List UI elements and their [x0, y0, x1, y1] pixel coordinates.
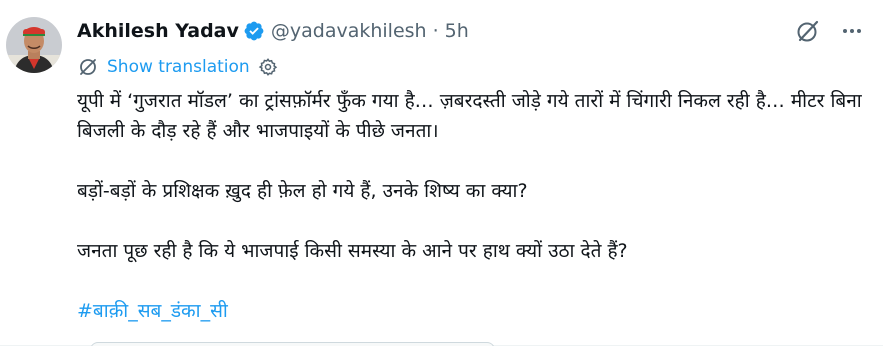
- tweet-text: यूपी में ‘गुजरात मॉडल’ का ट्रांसफ़ॉर्मर …: [77, 86, 867, 326]
- author-handle[interactable]: @yadavakhilesh: [271, 20, 427, 42]
- show-translation-link[interactable]: Show translation: [107, 57, 250, 77]
- translate-icon: [77, 56, 99, 78]
- avatar[interactable]: [6, 17, 62, 73]
- tweet-paragraph-3: जनता पूछ रही है कि ये भाजपाई किसी समस्या…: [77, 240, 628, 262]
- hashtag-link[interactable]: #बाक़ी_सब_डंका_सी: [77, 300, 228, 322]
- timestamp[interactable]: 5h: [445, 20, 469, 42]
- settings-icon[interactable]: [258, 57, 278, 77]
- avatar-image: [6, 17, 62, 73]
- display-name[interactable]: Akhilesh Yadav: [77, 20, 239, 42]
- tweet[interactable]: Akhilesh Yadav @yadavakhilesh · 5h Show …: [0, 0, 883, 346]
- header-actions: [795, 17, 863, 45]
- media-card-edge[interactable]: [90, 342, 495, 346]
- tweet-paragraph-1: यूपी में ‘गुजरात मॉडल’ का ट्रांसफ़ॉर्मर …: [77, 90, 862, 142]
- separator-dot: ·: [432, 20, 439, 42]
- translation-row: Show translation: [77, 55, 278, 79]
- verified-badge-icon[interactable]: [243, 20, 265, 42]
- tweet-paragraph-2: बड़ों-बड़ों के प्रशिक्षक ख़ुद ही फ़ेल हो…: [77, 180, 528, 202]
- tweet-header: Akhilesh Yadav @yadavakhilesh · 5h: [77, 17, 863, 45]
- grok-icon[interactable]: [795, 18, 821, 44]
- more-icon[interactable]: [841, 20, 863, 42]
